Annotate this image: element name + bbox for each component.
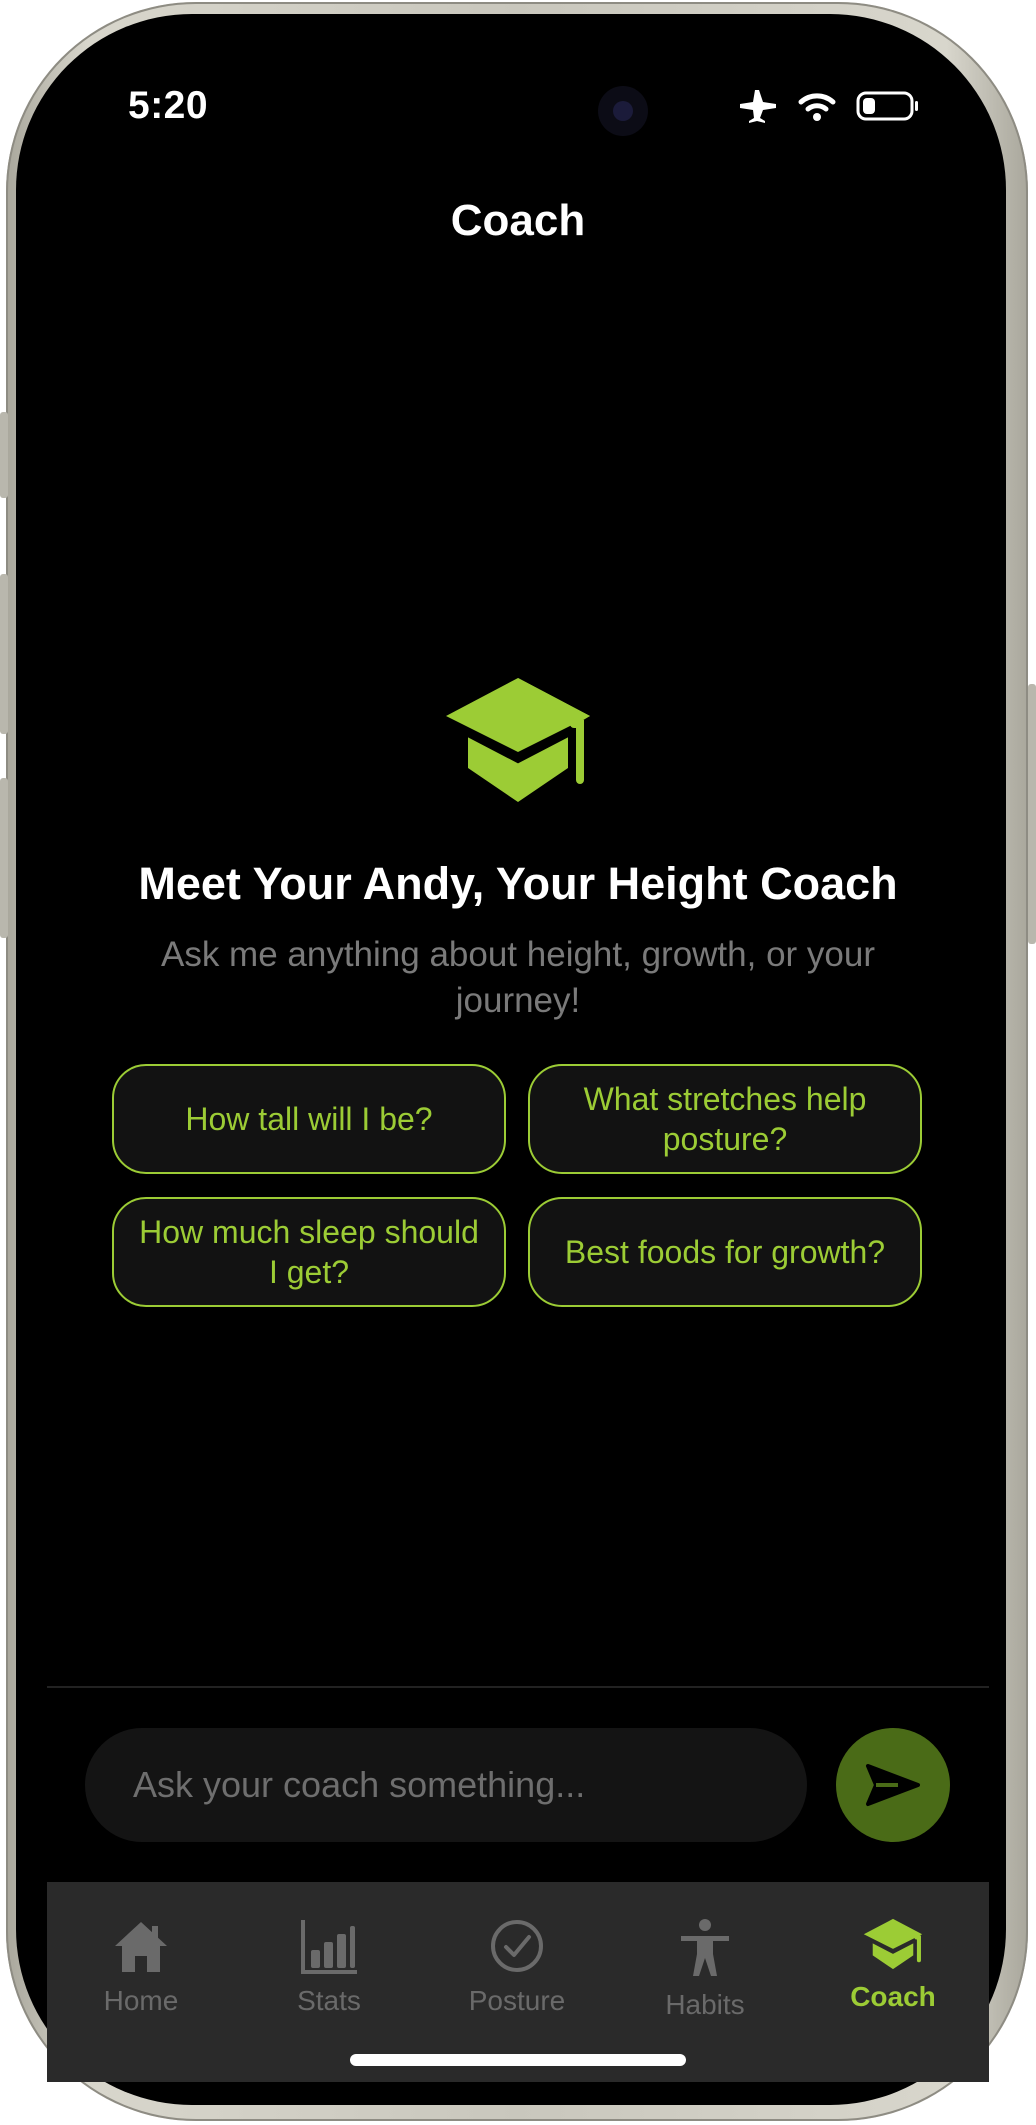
- home-icon: [115, 1922, 167, 1972]
- coach-intro-title: Meet Your Andy, Your Height Coach: [138, 858, 898, 909]
- message-input[interactable]: [85, 1728, 807, 1842]
- tab-posture[interactable]: Posture: [437, 1918, 597, 2017]
- graduation-cap-icon: [863, 1918, 923, 1970]
- status-icons: [738, 88, 920, 124]
- send-icon: [866, 1764, 920, 1806]
- tab-bar: Home Stats Posture Habits Coach: [47, 1882, 989, 2082]
- tab-label: Habits: [665, 1989, 745, 2020]
- person-icon: [681, 1919, 729, 1976]
- composer-divider: [47, 1686, 989, 1688]
- tab-coach[interactable]: Coach: [813, 1918, 973, 2013]
- tab-label: Posture: [468, 1985, 566, 2016]
- volume-up-button: [0, 574, 8, 734]
- coach-intro-subtitle: Ask me anything about height, growth, or…: [160, 935, 875, 1020]
- tab-label: Stats: [297, 1985, 361, 2016]
- checkmark-circle-icon: [491, 1920, 543, 1972]
- tab-label: Home: [103, 1985, 179, 2016]
- tab-habits[interactable]: Habits: [625, 1918, 785, 2021]
- tab-home[interactable]: Home: [61, 1918, 221, 2017]
- stats-icon: [301, 1920, 357, 1974]
- airplane-icon: [740, 90, 776, 123]
- suggestion-chip[interactable]: How much sleep should I get?: [112, 1197, 506, 1307]
- send-button[interactable]: [836, 1728, 950, 1842]
- camera-island: [598, 86, 648, 136]
- action-button: [0, 412, 8, 498]
- suggestion-chip[interactable]: How tall will I be?: [112, 1064, 506, 1174]
- wifi-icon: [798, 93, 836, 121]
- message-input-container: [85, 1728, 807, 1842]
- home-indicator[interactable]: [350, 2054, 686, 2066]
- suggestion-chip[interactable]: Best foods for growth?: [528, 1197, 922, 1307]
- suggestion-chip[interactable]: What stretches help posture?: [528, 1064, 922, 1174]
- status-time: 5:20: [128, 84, 209, 127]
- page-title: Coach: [450, 196, 586, 245]
- tab-label: Coach: [850, 1981, 936, 2012]
- battery-icon: [856, 91, 918, 121]
- graduation-cap-icon: [446, 678, 590, 802]
- tab-stats[interactable]: Stats: [249, 1918, 409, 2017]
